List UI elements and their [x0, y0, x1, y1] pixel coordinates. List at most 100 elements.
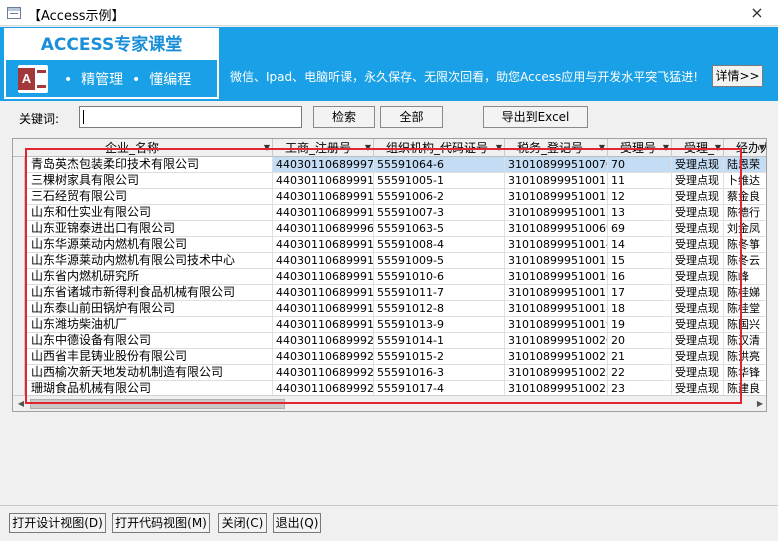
table-cell[interactable]: 440301106899919	[273, 317, 374, 332]
table-row[interactable]: 山东泰山前田锅炉有限公司 440301106899918 55591012-8 310…	[25, 301, 766, 317]
table-cell[interactable]: 55591013-9	[374, 317, 505, 332]
table-cell[interactable]: 21	[608, 349, 672, 364]
filter-dropdown-icon[interactable]: ▼	[496, 139, 502, 157]
column-header[interactable]: 受理_ ▼	[672, 139, 724, 157]
horizontal-scrollbar[interactable]: ◀ ▶	[13, 395, 766, 411]
table-cell[interactable]: 440301106899923	[273, 381, 374, 396]
table-cell[interactable]: 440301106899913	[273, 205, 374, 220]
table-cell[interactable]: 310108999510023	[505, 381, 608, 396]
column-header[interactable]: 受理号 ▼	[608, 139, 672, 157]
table-cell[interactable]: 15	[608, 253, 672, 268]
table-cell[interactable]: 310108999510018	[505, 301, 608, 316]
table-cell[interactable]: 55591015-2	[374, 349, 505, 364]
table-row[interactable]: 青岛英杰包装柔印技术有限公司 440301106899970 55591064-6 3…	[25, 157, 766, 173]
column-header[interactable]: 税务_登记号 ▼	[505, 139, 608, 157]
table-cell[interactable]: 山东华源莱动内燃机有限公司	[25, 237, 273, 252]
table-cell[interactable]: 55591017-4	[374, 381, 505, 396]
table-row[interactable]: 山东华源莱动内燃机有限公司 440301106899914 55591008-4 31…	[25, 237, 766, 253]
table-cell[interactable]: 山东中德设备有限公司	[25, 333, 273, 348]
scroll-thumb[interactable]	[30, 399, 285, 409]
table-row[interactable]: 三石经贸有限公司 440301106899912 55591006-2 3101089…	[25, 189, 766, 205]
table-cell[interactable]: 13	[608, 205, 672, 220]
table-cell[interactable]: 310108999510016	[505, 269, 608, 284]
table-cell[interactable]: 受理点现	[672, 317, 724, 332]
table-cell[interactable]: 18	[608, 301, 672, 316]
show-all-button[interactable]: 全部	[380, 106, 443, 128]
table-cell[interactable]: 受理点现	[672, 205, 724, 220]
exit-button[interactable]: 退出(Q)	[273, 513, 321, 533]
table-cell[interactable]: 69	[608, 221, 672, 236]
table-cell[interactable]: 55591016-3	[374, 365, 505, 380]
table-cell[interactable]: 440301106899912	[273, 189, 374, 204]
table-cell[interactable]: 陈峰	[724, 269, 766, 284]
table-cell[interactable]: 55591064-6	[374, 157, 505, 172]
table-cell[interactable]: 蔡金良	[724, 189, 766, 204]
table-cell[interactable]: 受理点现	[672, 333, 724, 348]
table-cell[interactable]: 440301106899970	[273, 157, 374, 172]
table-cell[interactable]: 310108999510022	[505, 365, 608, 380]
table-cell[interactable]: 55591011-7	[374, 285, 505, 300]
table-cell[interactable]: 陈洪亮	[724, 349, 766, 364]
table-cell[interactable]: 山东省诸城市新得利食品机械有限公司	[25, 285, 273, 300]
filter-dropdown-icon[interactable]: ▼	[715, 139, 721, 157]
table-cell[interactable]: 440301106899920	[273, 333, 374, 348]
table-cell[interactable]: 受理点现	[672, 301, 724, 316]
table-cell[interactable]: 440301106899921	[273, 349, 374, 364]
table-cell[interactable]: 55591063-5	[374, 221, 505, 236]
table-cell[interactable]: 310108999510017	[505, 285, 608, 300]
table-cell[interactable]: 陈德行	[724, 205, 766, 220]
keyword-input[interactable]	[79, 106, 302, 128]
filter-dropdown-icon[interactable]: ▼	[264, 139, 270, 157]
table-cell[interactable]: 受理点现	[672, 189, 724, 204]
record-selector-column[interactable]	[13, 157, 25, 397]
table-cell[interactable]: 22	[608, 365, 672, 380]
table-cell[interactable]: 三棵树家具有限公司	[25, 173, 273, 188]
table-cell[interactable]: 55591010-6	[374, 269, 505, 284]
table-cell[interactable]: 山东潍坊柴油机厂	[25, 317, 273, 332]
table-row[interactable]: 山东华源莱动内燃机有限公司技术中心 440301106899915 55591009…	[25, 253, 766, 269]
table-cell[interactable]: 440301106899922	[273, 365, 374, 380]
table-row[interactable]: 山东省内燃机研究所 440301106899916 55591010-6 310108…	[25, 269, 766, 285]
table-row[interactable]: 山东省诸城市新得利食品机械有限公司 440301106899917 55591011…	[25, 285, 766, 301]
table-cell[interactable]: 310108999510070	[505, 157, 608, 172]
filter-dropdown-icon[interactable]: ▼	[599, 139, 605, 157]
open-code-view-button[interactable]: 打开代码视图(M)	[112, 513, 210, 533]
filter-dropdown-icon[interactable]: ▼	[663, 139, 669, 157]
table-cell[interactable]: 440301106899917	[273, 285, 374, 300]
table-cell[interactable]: 16	[608, 269, 672, 284]
table-cell[interactable]: 55591014-1	[374, 333, 505, 348]
table-cell[interactable]: 山东泰山前田锅炉有限公司	[25, 301, 273, 316]
table-cell[interactable]: 55591012-8	[374, 301, 505, 316]
column-header[interactable]: 工商_注册号 ▼	[273, 139, 374, 157]
filter-dropdown-icon[interactable]: ▼	[759, 139, 765, 157]
table-cell[interactable]: 310108999510021	[505, 349, 608, 364]
table-cell[interactable]: 310108999510015	[505, 253, 608, 268]
table-cell[interactable]: 陆恩荣	[724, 157, 766, 172]
table-cell[interactable]: 陈汉清	[724, 333, 766, 348]
table-cell[interactable]: 19	[608, 317, 672, 332]
table-cell[interactable]: 受理点现	[672, 349, 724, 364]
table-cell[interactable]: 440301106899969	[273, 221, 374, 236]
table-row[interactable]: 三棵树家具有限公司 440301106899911 55591005-1 310108…	[25, 173, 766, 189]
table-cell[interactable]: 55591006-2	[374, 189, 505, 204]
table-cell[interactable]: 440301106899916	[273, 269, 374, 284]
table-cell[interactable]: 三石经贸有限公司	[25, 189, 273, 204]
close-button[interactable]: 关闭(C)	[218, 513, 267, 533]
filter-dropdown-icon[interactable]: ▼	[365, 139, 371, 157]
table-cell[interactable]: 陈国兴	[724, 317, 766, 332]
table-cell[interactable]: 12	[608, 189, 672, 204]
table-cell[interactable]: 310108999510019	[505, 317, 608, 332]
scroll-right-icon[interactable]: ▶	[752, 396, 766, 411]
table-cell[interactable]: 55591008-4	[374, 237, 505, 252]
table-cell[interactable]: 55591009-5	[374, 253, 505, 268]
table-cell[interactable]: 310108999510069	[505, 221, 608, 236]
table-cell[interactable]: 310108999510012	[505, 189, 608, 204]
table-cell[interactable]: 陈建良	[724, 381, 766, 396]
table-row[interactable]: 山西榆次新天地发动机制造有限公司 440301106899922 55591016-…	[25, 365, 766, 381]
table-cell[interactable]: 440301106899915	[273, 253, 374, 268]
column-header[interactable]: 企业_名称 ▼	[25, 139, 273, 157]
table-cell[interactable]: 受理点现	[672, 237, 724, 252]
table-cell[interactable]: 山东省内燃机研究所	[25, 269, 273, 284]
table-cell[interactable]: 山西榆次新天地发动机制造有限公司	[25, 365, 273, 380]
table-cell[interactable]: 440301106899911	[273, 173, 374, 188]
